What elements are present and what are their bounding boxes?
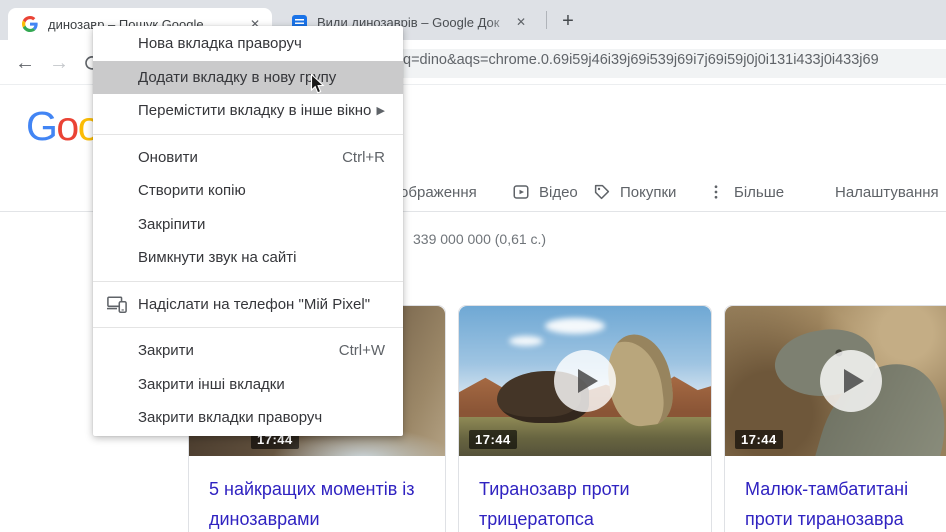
nav-label: Зображення bbox=[391, 184, 477, 201]
menu-item-close-tabs-right[interactable]: Закрити вкладки праворуч bbox=[93, 401, 403, 435]
menu-item-label: Оновити bbox=[138, 149, 198, 166]
menu-item-new-tab-right[interactable]: Нова вкладка праворуч bbox=[93, 27, 403, 61]
menu-item-pin[interactable]: Закріпити bbox=[93, 208, 403, 242]
menu-item-add-tab-to-new-group[interactable]: Додати вкладку в нову групу bbox=[93, 61, 403, 95]
video-duration: 17:44 bbox=[735, 430, 783, 449]
tab-context-menu: Нова вкладка праворуч Додати вкладку в н… bbox=[93, 26, 403, 436]
shopping-tag-icon bbox=[593, 183, 611, 201]
menu-separator bbox=[93, 281, 403, 282]
more-vertical-icon bbox=[707, 183, 725, 201]
menu-item-close-other-tabs[interactable]: Закрити інші вкладки bbox=[93, 368, 403, 402]
menu-item-label: Перемістити вкладку в інше вікно bbox=[138, 102, 371, 119]
menu-item-move-tab-to-other-window[interactable]: Перемістити вкладку в інше вікно ▶ bbox=[93, 94, 403, 128]
menu-item-label: Нова вкладка праворуч bbox=[138, 35, 302, 52]
url-text[interactable]: q=dino&aqs=chrome.0.69i59j46i39j69i539j6… bbox=[403, 52, 946, 68]
menu-item-label: Закрити bbox=[138, 342, 194, 359]
new-tab-button[interactable]: + bbox=[556, 9, 580, 33]
menu-shortcut: Ctrl+R bbox=[342, 149, 385, 166]
menu-item-label: Створити копію bbox=[138, 182, 246, 199]
nav-video[interactable]: Відео bbox=[512, 177, 578, 207]
menu-item-send-to-device[interactable]: Надіслати на телефон "Мій Pixel" bbox=[93, 288, 403, 322]
menu-separator bbox=[93, 327, 403, 328]
video-thumbnail[interactable]: 17:44 bbox=[725, 306, 946, 456]
tab-separator bbox=[546, 11, 547, 29]
video-duration: 17:44 bbox=[469, 430, 517, 449]
video-icon bbox=[512, 183, 530, 201]
nav-settings[interactable]: Налаштування bbox=[835, 177, 939, 207]
nav-label: Покупки bbox=[620, 184, 676, 201]
menu-item-label: Закрити інші вкладки bbox=[138, 376, 285, 393]
play-icon[interactable] bbox=[820, 350, 882, 412]
video-card: 17:44 Тиранозавр проти трицератопса bbox=[458, 305, 712, 532]
video-title-link[interactable]: 5 найкращих моментів із динозаврами bbox=[189, 456, 445, 532]
results-stats: 339 000 000 (0,61 с.) bbox=[413, 231, 546, 247]
menu-item-duplicate[interactable]: Створити копію bbox=[93, 174, 403, 208]
tab-title-fade bbox=[488, 10, 514, 32]
forward-button[interactable]: → bbox=[46, 50, 72, 76]
video-title-link[interactable]: Тиранозавр проти трицератопса bbox=[459, 456, 711, 532]
nav-label: Відео bbox=[539, 184, 578, 201]
back-button[interactable]: ← bbox=[12, 50, 38, 76]
menu-shortcut: Ctrl+W bbox=[339, 342, 385, 359]
nav-label: Більше bbox=[734, 184, 784, 201]
cursor-icon bbox=[310, 74, 329, 100]
video-thumbnail[interactable]: 17:44 bbox=[459, 306, 711, 456]
menu-item-close[interactable]: Закрити Ctrl+W bbox=[93, 334, 403, 368]
menu-separator bbox=[93, 134, 403, 135]
nav-shopping[interactable]: Покупки bbox=[593, 177, 676, 207]
send-to-device-icon bbox=[107, 296, 127, 317]
video-title-link[interactable]: Малюк-тамбатитані проти тиранозавра bbox=[725, 456, 946, 532]
submenu-arrow-icon: ▶ bbox=[377, 104, 385, 117]
thumbnail-art bbox=[545, 318, 605, 334]
menu-item-mute-site[interactable]: Вимкнути звук на сайті bbox=[93, 241, 403, 275]
nav-label: Налаштування bbox=[835, 184, 939, 201]
menu-item-label: Закріпити bbox=[138, 216, 205, 233]
menu-item-label: Вимкнути звук на сайті bbox=[138, 249, 296, 266]
menu-item-label: Закрити вкладки праворуч bbox=[138, 409, 322, 426]
nav-more[interactable]: Більше bbox=[707, 177, 784, 207]
play-icon[interactable] bbox=[554, 350, 616, 412]
google-g-icon bbox=[22, 16, 38, 32]
close-icon[interactable]: ✕ bbox=[512, 13, 530, 31]
video-card: 17:44 Малюк-тамбатитані проти тиранозавр… bbox=[724, 305, 946, 532]
menu-item-label: Надіслати на телефон "Мій Pixel" bbox=[138, 296, 370, 313]
menu-item-reload[interactable]: Оновити Ctrl+R bbox=[93, 141, 403, 175]
menu-item-label: Додати вкладку в нову групу bbox=[138, 69, 336, 86]
